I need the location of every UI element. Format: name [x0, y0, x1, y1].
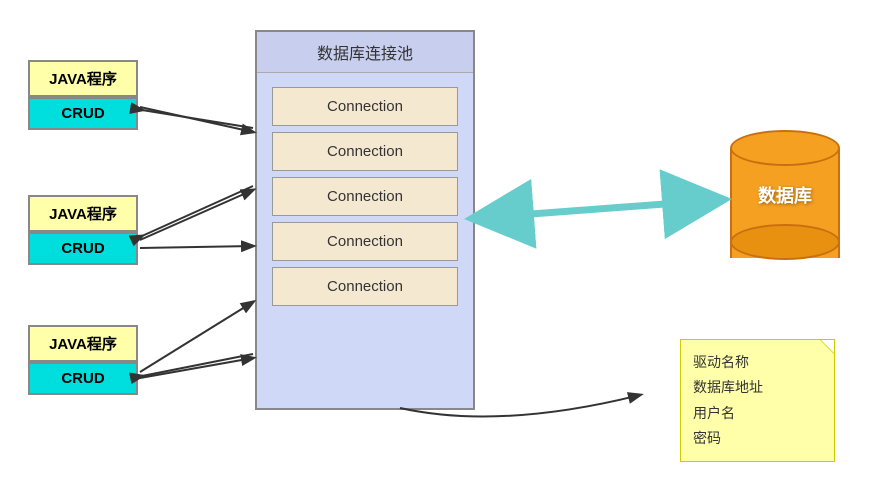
note-line-2: 数据库地址: [693, 375, 822, 400]
connection-5: Connection: [272, 267, 458, 306]
connection-1: Connection: [272, 87, 458, 126]
connection-4: Connection: [272, 222, 458, 261]
crud-label-2: CRUD: [28, 232, 138, 265]
java-group-2: JAVA程序 CRUD: [28, 195, 138, 265]
database-cylinder: 数据库: [730, 130, 840, 260]
diagram-container: JAVA程序 CRUD JAVA程序 CRUD JAVA程序 CRUD 数据库连…: [0, 0, 895, 500]
connection-3: Connection: [272, 177, 458, 216]
crud-label-1: CRUD: [28, 97, 138, 130]
pool-connections-list: Connection Connection Connection Connect…: [257, 77, 473, 316]
db-ellipse-top: [730, 130, 840, 166]
note-line-1: 驱动名称: [693, 350, 822, 375]
crud-label-3: CRUD: [28, 362, 138, 395]
db-ellipse-bottom: [730, 224, 840, 260]
note-line-3: 用户名: [693, 401, 822, 426]
database-label: 数据库: [758, 182, 812, 208]
pool-title: 数据库连接池: [257, 32, 473, 73]
connection-pool: 数据库连接池 Connection Connection Connection …: [255, 30, 475, 410]
connection-2: Connection: [272, 132, 458, 171]
java-label-1: JAVA程序: [28, 60, 138, 97]
java-group-3: JAVA程序 CRUD: [28, 325, 138, 395]
java-label-3: JAVA程序: [28, 325, 138, 362]
java-group-1: JAVA程序 CRUD: [28, 60, 138, 130]
java-label-2: JAVA程序: [28, 195, 138, 232]
note-line-4: 密码: [693, 426, 822, 451]
note-box: 驱动名称 数据库地址 用户名 密码: [680, 339, 835, 462]
